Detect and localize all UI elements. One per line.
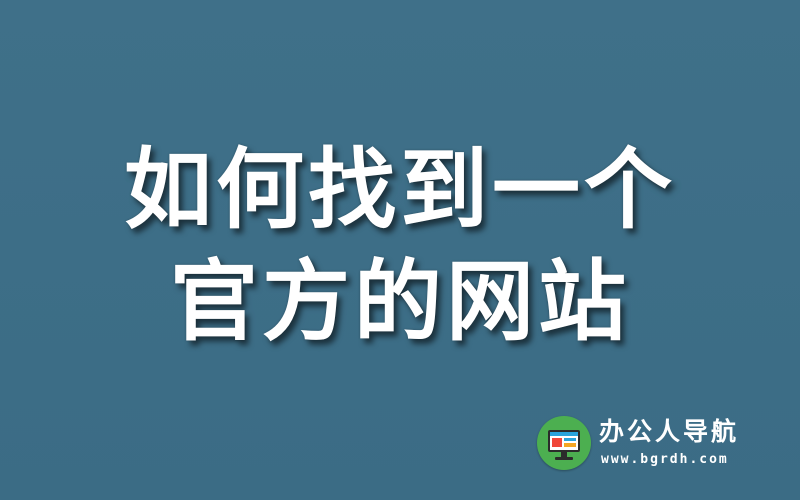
site-logo[interactable]: 办公人导航 www.bgrdh.com [537, 414, 777, 474]
logo-badge [537, 416, 591, 470]
headline-line-2: 官方的网站 [169, 250, 630, 353]
logo-url: www.bgrdh.com [601, 452, 729, 467]
headline-line-1: 如何找到一个 [123, 138, 676, 241]
computer-monitor-icon [548, 430, 580, 460]
logo-name: 办公人导航 [599, 417, 740, 446]
